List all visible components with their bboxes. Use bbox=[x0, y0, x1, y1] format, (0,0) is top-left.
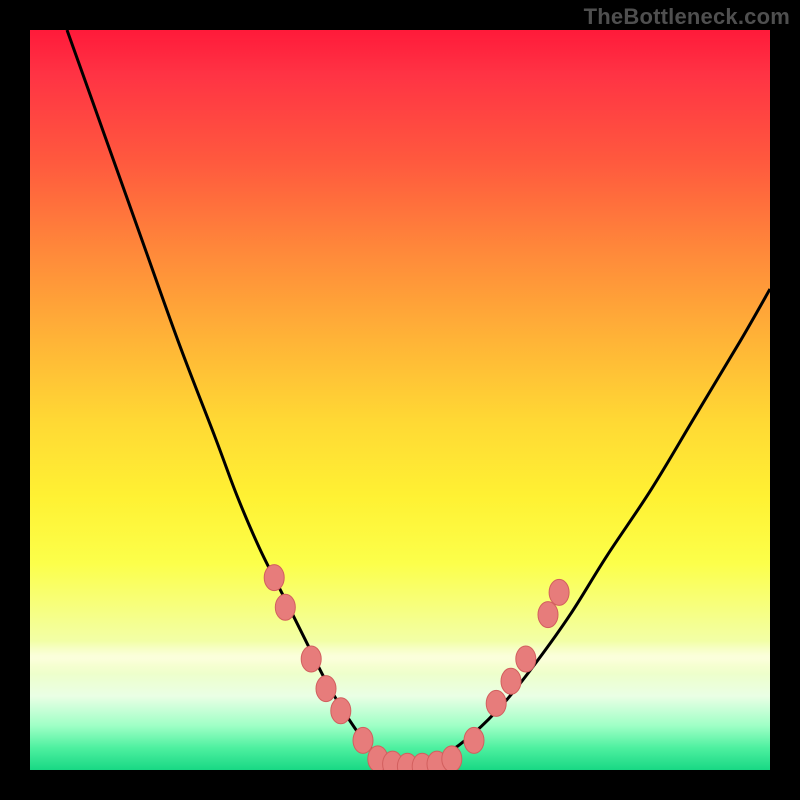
curve-marker bbox=[501, 668, 521, 694]
plot-area bbox=[30, 30, 770, 770]
curve-marker bbox=[275, 594, 295, 620]
left-curve bbox=[67, 30, 415, 770]
outer-frame: TheBottleneck.com bbox=[0, 0, 800, 800]
curve-marker bbox=[353, 727, 373, 753]
watermark-text: TheBottleneck.com bbox=[584, 4, 790, 30]
curve-marker bbox=[331, 698, 351, 724]
curve-marker bbox=[301, 646, 321, 672]
marker-layer bbox=[264, 565, 569, 770]
curve-marker bbox=[464, 727, 484, 753]
curve-marker bbox=[264, 565, 284, 591]
curve-marker bbox=[516, 646, 536, 672]
curve-marker bbox=[316, 676, 336, 702]
right-curve bbox=[415, 289, 770, 770]
curve-marker bbox=[549, 579, 569, 605]
curve-layer bbox=[67, 30, 770, 770]
curve-marker bbox=[486, 690, 506, 716]
chart-svg bbox=[30, 30, 770, 770]
curve-marker bbox=[538, 602, 558, 628]
curve-marker bbox=[442, 746, 462, 770]
